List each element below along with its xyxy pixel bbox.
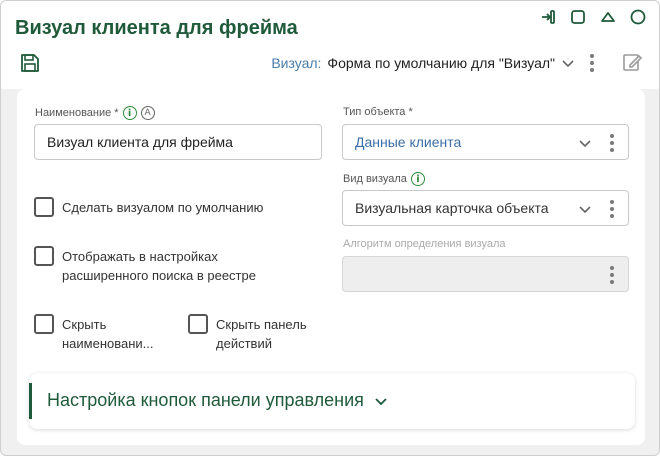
checkbox-box[interactable] xyxy=(34,314,54,334)
dialog-window: Визуал клиента для фрейма Визуал: Форма … xyxy=(0,0,660,456)
name-field-label: Наименование * i A xyxy=(35,106,155,120)
hide-name-checkbox[interactable]: Скрыть наименовани... xyxy=(34,314,154,353)
visual-kind-select[interactable]: Визуальная карточка объекта xyxy=(342,190,629,226)
visual-kind-label: Вид визуала i xyxy=(343,172,425,186)
dialog-header: Визуал клиента для фрейма Визуал: Форма … xyxy=(1,1,659,89)
visual-algorithm-label: Алгоритм определения визуала xyxy=(343,238,506,250)
checkbox-box[interactable] xyxy=(188,314,208,334)
more-options-icon[interactable] xyxy=(610,200,614,218)
section-accent-bar xyxy=(29,383,32,419)
maximize-icon[interactable] xyxy=(569,8,587,26)
visual-selector[interactable]: Визуал: Форма по умолчанию для "Визуал" xyxy=(271,55,575,71)
name-input[interactable]: Визуал клиента для фрейма xyxy=(34,124,322,160)
info-icon[interactable]: i xyxy=(410,172,425,186)
make-default-label: Сделать визуалом по умолчанию xyxy=(62,200,264,215)
edit-button[interactable] xyxy=(621,51,643,73)
show-in-search-label-line2: расширенного поиска в реестре xyxy=(62,268,256,283)
chevron-down-icon xyxy=(579,140,591,148)
control-buttons-section[interactable]: Настройка кнопок панели управления xyxy=(29,373,635,429)
object-type-value: Данные клиента xyxy=(355,134,462,150)
section-title: Настройка кнопок панели управления xyxy=(47,390,364,410)
more-options-icon[interactable] xyxy=(610,134,614,152)
chevron-down-icon xyxy=(579,206,591,214)
chevron-down-icon xyxy=(562,60,574,68)
checkbox-box[interactable] xyxy=(34,246,54,266)
hide-actions-panel-label-line2: действий xyxy=(216,336,272,351)
visual-selector-label: Визуал: xyxy=(271,55,322,71)
show-in-search-checkbox[interactable]: Отображать в настройках расширенного пои… xyxy=(34,246,256,285)
visual-algorithm-select[interactable] xyxy=(342,256,629,292)
object-type-select[interactable]: Данные клиента xyxy=(342,124,629,160)
checkbox-box[interactable] xyxy=(34,197,54,217)
edit-pencil-icon xyxy=(623,54,643,71)
collapse-icon[interactable] xyxy=(599,8,617,26)
localization-icon[interactable]: A xyxy=(140,106,155,120)
more-options-icon[interactable] xyxy=(610,266,614,284)
section-header[interactable]: Настройка кнопок панели управления xyxy=(47,390,388,411)
show-in-search-label-line1: Отображать в настройках xyxy=(62,249,218,264)
visual-selector-value: Форма по умолчанию для "Визуал" xyxy=(327,55,555,71)
info-icon[interactable]: i xyxy=(122,106,137,120)
hide-name-label-line2: наименовани... xyxy=(62,336,154,351)
hide-actions-panel-label-line1: Скрыть панель xyxy=(216,317,307,332)
dock-icon[interactable] xyxy=(539,8,557,26)
window-controls xyxy=(539,8,647,26)
hide-actions-panel-checkbox[interactable]: Скрыть панель действий xyxy=(188,314,307,353)
object-type-label: Тип объекта * xyxy=(343,106,413,118)
close-icon[interactable] xyxy=(629,8,647,26)
hide-name-label-line1: Скрыть xyxy=(62,317,107,332)
make-default-checkbox[interactable]: Сделать визуалом по умолчанию xyxy=(34,197,264,217)
more-options-icon[interactable] xyxy=(585,53,599,73)
floppy-disk-icon xyxy=(21,54,39,72)
visual-kind-value: Визуальная карточка объекта xyxy=(355,200,549,216)
save-button[interactable] xyxy=(19,52,41,74)
dialog-title: Визуал клиента для фрейма xyxy=(15,17,298,39)
chevron-down-icon xyxy=(375,397,387,405)
